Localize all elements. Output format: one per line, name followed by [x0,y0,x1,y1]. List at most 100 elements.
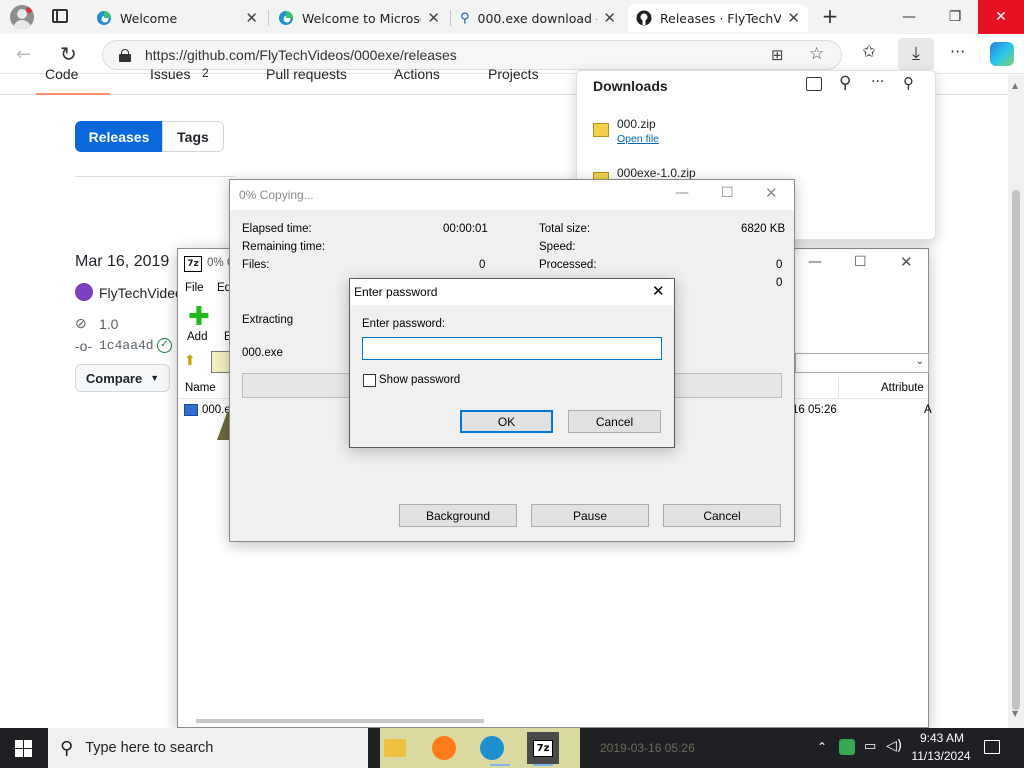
fm-close-icon[interactable]: ✕ [900,253,913,271]
tag-icon: ⊘ [75,315,87,331]
profile-avatar-icon[interactable] [10,5,34,29]
browser-tab-bar: Welcome ✕ Welcome to Microsoft ✕ ⚲ 000.e… [0,0,1024,34]
close-window-icon[interactable]: ✕ [978,0,1024,34]
tab-releases[interactable]: Releases · FlyTechVide ✕ [628,4,808,32]
download-name[interactable]: 000.zip [617,117,656,131]
background-button[interactable]: Background [399,504,517,527]
downloads-icon[interactable]: ⤓ [898,38,934,70]
open-file-link[interactable]: Open file [617,133,659,145]
tray-app-icon[interactable] [839,739,855,755]
show-password-checkbox[interactable] [363,374,376,387]
author-name[interactable]: FlyTechVideo [99,285,183,301]
add-icon[interactable]: ✚ [188,304,210,330]
clock-time[interactable]: 9:43 AM [912,731,972,745]
extra-value: 0 [776,277,783,289]
close-tab-icon[interactable]: ✕ [787,9,800,27]
tab-divider [450,10,451,26]
search-icon[interactable]: ⚲ [839,73,851,93]
more-options-icon[interactable]: ··· [871,74,884,90]
network-icon[interactable]: ▭ [864,739,876,754]
password-input[interactable] [362,337,662,360]
elapsed-value: 00:00:01 [443,223,488,235]
firefox-icon[interactable] [432,736,456,760]
minimize-icon[interactable]: — [886,0,932,34]
horizontal-scrollbar[interactable] [196,719,484,723]
copying-minimize-icon[interactable]: — [675,185,689,201]
sevenzip-running-indicator [533,764,553,766]
new-tab-button[interactable]: + [818,4,842,30]
notification-icon[interactable] [984,740,1000,754]
page-scrollbar[interactable]: ▲ ▼ [1008,75,1024,728]
copying-maximize-icon[interactable]: ☐ [721,185,734,201]
url-bar[interactable]: https://github.com/FlyTechVideos/000exe/… [102,40,842,70]
column-attributes[interactable]: Attribute [881,382,924,394]
close-tab-icon[interactable]: ✕ [245,9,258,27]
copying-close-icon[interactable]: ✕ [765,184,778,202]
password-prompt: Enter password: [362,318,446,330]
refresh-icon[interactable]: ↻ [60,42,77,66]
fm-minimize-icon[interactable]: — [808,254,822,270]
clock-date[interactable]: 11/13/2024 [908,749,974,763]
tab-projects[interactable]: Projects [488,66,539,82]
url-text: https://github.com/FlyTechVideos/000exe/… [145,47,457,63]
password-close-icon[interactable]: ✕ [652,282,665,300]
tab-issues[interactable]: Issues [150,66,190,82]
back-arrow-icon[interactable]: ← [16,44,31,65]
tab-welcome-microsoft[interactable]: Welcome to Microsoft ✕ [270,4,448,32]
file-attr: A [924,404,932,416]
cancel-button[interactable]: Cancel [663,504,781,527]
column-name[interactable]: Name [185,382,216,394]
address-folder-icon [211,351,231,373]
scroll-up-icon[interactable]: ▲ [1012,81,1018,90]
column-divider [838,377,839,399]
tab-actions-icon[interactable] [52,9,68,23]
path-dropdown[interactable]: ⌄ [795,353,929,373]
download-name[interactable]: 000exe-1.0.zip [617,166,696,180]
app-available-icon[interactable]: ⊞ [771,46,784,64]
fm-maximize-icon[interactable]: ☐ [854,254,867,270]
close-tab-icon[interactable]: ✕ [427,9,440,27]
windows-start-icon[interactable] [15,740,32,757]
tab-pull-requests[interactable]: Pull requests [266,66,347,82]
favorite-star-icon[interactable]: ☆ [809,44,824,64]
volume-icon[interactable]: ◁) [886,738,902,754]
tab-label: Welcome to Microsoft [302,10,421,26]
show-password-label[interactable]: Show password [379,374,460,386]
tab-actions[interactable]: Actions [394,66,440,82]
commit-hash[interactable]: 1c4aa4d [99,338,154,353]
files-label: Files: [242,259,270,271]
edge-taskbar-icon[interactable] [480,736,504,760]
ghost-text: 2019-03-16 05:26 [600,741,695,755]
chevron-down-icon: ▼ [150,373,160,383]
menu-file[interactable]: File [185,282,204,294]
copilot-icon[interactable] [990,42,1014,66]
taskbar-search-box[interactable]: ⚲ Type here to search [48,728,368,768]
password-dialog: Enter password ✕ Enter password: Show pa… [349,278,675,448]
release-date: Mar 16, 2019 [75,253,170,270]
scroll-down-icon[interactable]: ▼ [1012,709,1018,718]
tab-download-search[interactable]: ⚲ 000.exe download - S ✕ [452,4,624,32]
file-explorer-icon[interactable] [384,739,406,757]
up-folder-icon[interactable]: ⬆ [184,353,196,369]
pin-icon[interactable]: ⚲ [903,74,914,92]
tab-code[interactable]: Code [45,66,78,82]
author-avatar [75,283,93,301]
tags-toggle[interactable]: Tags [162,121,224,152]
tray-chevron-icon[interactable]: ⌃ [817,740,827,754]
ok-button[interactable]: OK [460,410,553,433]
more-options-icon[interactable]: ··· [950,42,965,61]
sevenzip-taskbar-icon[interactable]: 7z [527,732,559,764]
password-dialog-title: Enter password [354,285,438,299]
scroll-thumb[interactable] [1012,190,1020,710]
restore-icon[interactable]: ❐ [932,0,978,34]
close-tab-icon[interactable]: ✕ [603,9,616,27]
pause-button[interactable]: Pause [531,504,649,527]
compare-button[interactable]: Compare ▼ [75,364,170,392]
releases-toggle[interactable]: Releases [75,121,163,152]
open-folder-icon[interactable] [806,77,822,91]
tag-name[interactable]: 1.0 [99,316,118,332]
add-label[interactable]: Add [187,331,207,343]
cancel-button[interactable]: Cancel [568,410,661,433]
favorites-icon[interactable]: ✩ [862,42,876,62]
tab-welcome[interactable]: Welcome ✕ [88,4,266,32]
